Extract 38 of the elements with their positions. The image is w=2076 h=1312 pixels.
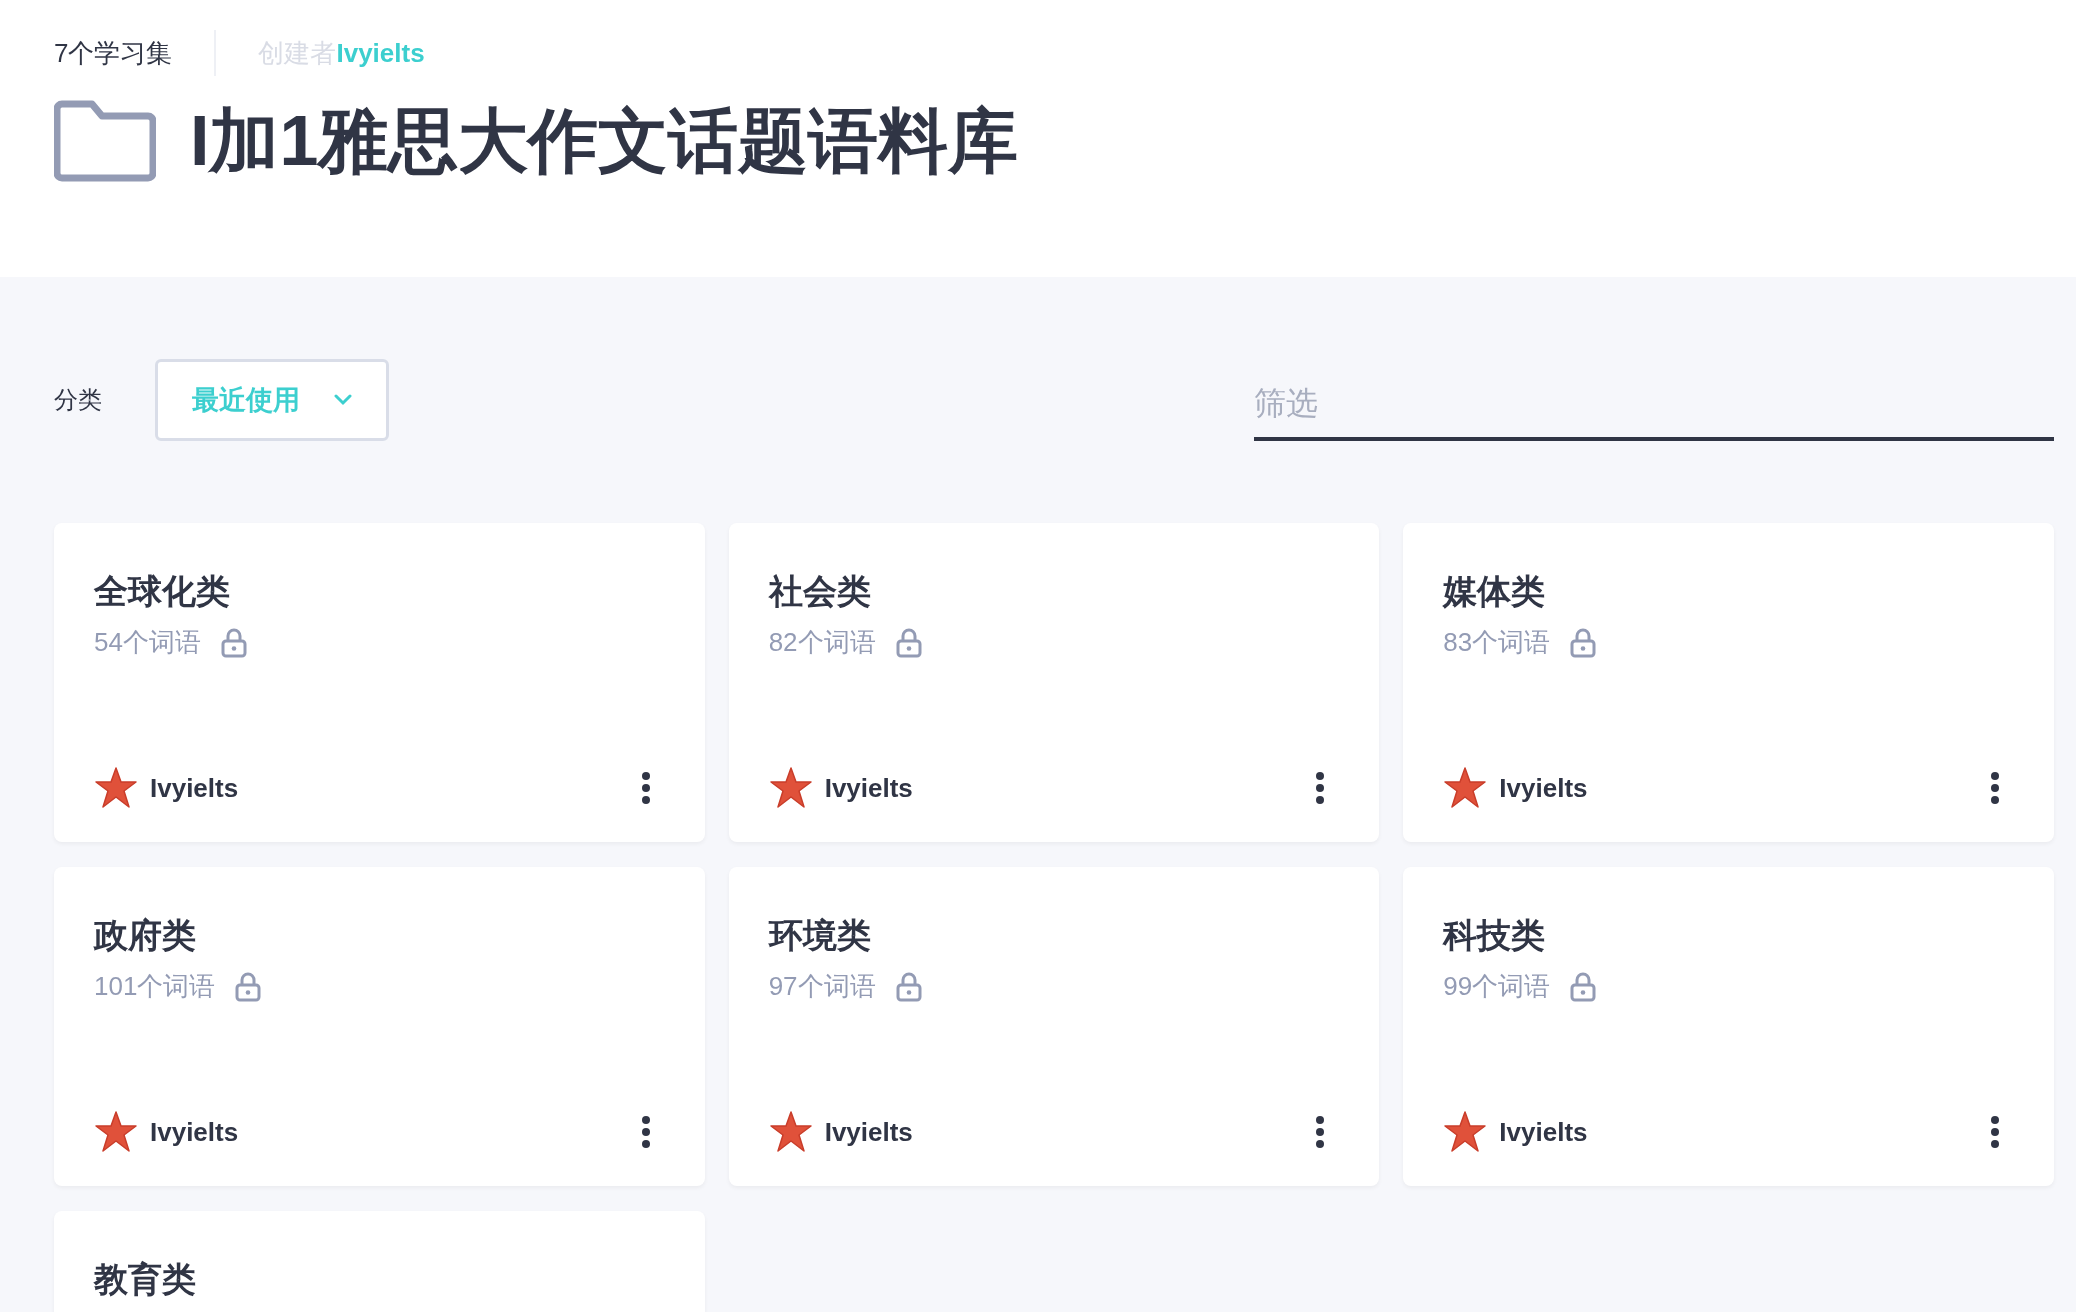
author-name: Ivyielts [1499,1115,1588,1149]
more-options-icon[interactable] [1315,1115,1326,1149]
set-title: 政府类 [94,915,197,956]
set-card[interactable]: 全球化类 54个词语 Ivyielts [54,523,705,842]
set-card[interactable]: 环境类 97个词语 Ivyielts [728,867,1380,1186]
term-count: 54个词语 [94,626,201,659]
set-card[interactable]: 教育类 [54,1211,705,1312]
more-options-icon[interactable] [640,1115,651,1149]
author-name: Ivyielts [824,1115,913,1149]
set-title: 教育类 [94,1259,197,1300]
set-count: 7个学习集 [54,30,217,76]
set-title: 媒体类 [1443,571,1547,612]
set-title: 社会类 [768,571,872,612]
set-card[interactable]: 科技类 99个词语 Ivyielts [1403,867,2054,1186]
term-count: 97个词语 [768,970,876,1003]
more-options-icon[interactable] [1315,771,1326,805]
term-count: 83个词语 [1443,626,1551,659]
more-options-icon[interactable] [640,771,651,805]
sort-label: 分类 [54,385,103,415]
set-card[interactable]: 媒体类 83个词语 Ivyielts [1403,523,2054,842]
set-title: 科技类 [1443,915,1547,956]
author-name: Ivyielts [150,1115,239,1149]
author-name: Ivyielts [1499,771,1588,805]
set-card[interactable]: 社会类 82个词语 Ivyielts [728,523,1380,842]
set-title: 全球化类 [94,571,231,612]
term-count: 101个词语 [94,970,216,1003]
chevron-down-icon [334,394,352,406]
set-title: 环境类 [768,915,872,956]
set-card[interactable]: 政府类 101个词语 Ivyielts [54,867,705,1186]
folder-icon [54,100,156,182]
author-name: Ivyielts [150,771,239,805]
term-count: 99个词语 [1443,970,1551,1003]
term-count: 82个词语 [768,626,876,659]
folder-title: I加1雅思大作文话题语料库 [190,106,1019,176]
author-name: Ivyielts [824,771,913,805]
filter-field[interactable]: 筛选 [1254,369,2054,441]
more-options-icon[interactable] [1990,771,2000,805]
more-options-icon[interactable] [1990,1115,2000,1149]
